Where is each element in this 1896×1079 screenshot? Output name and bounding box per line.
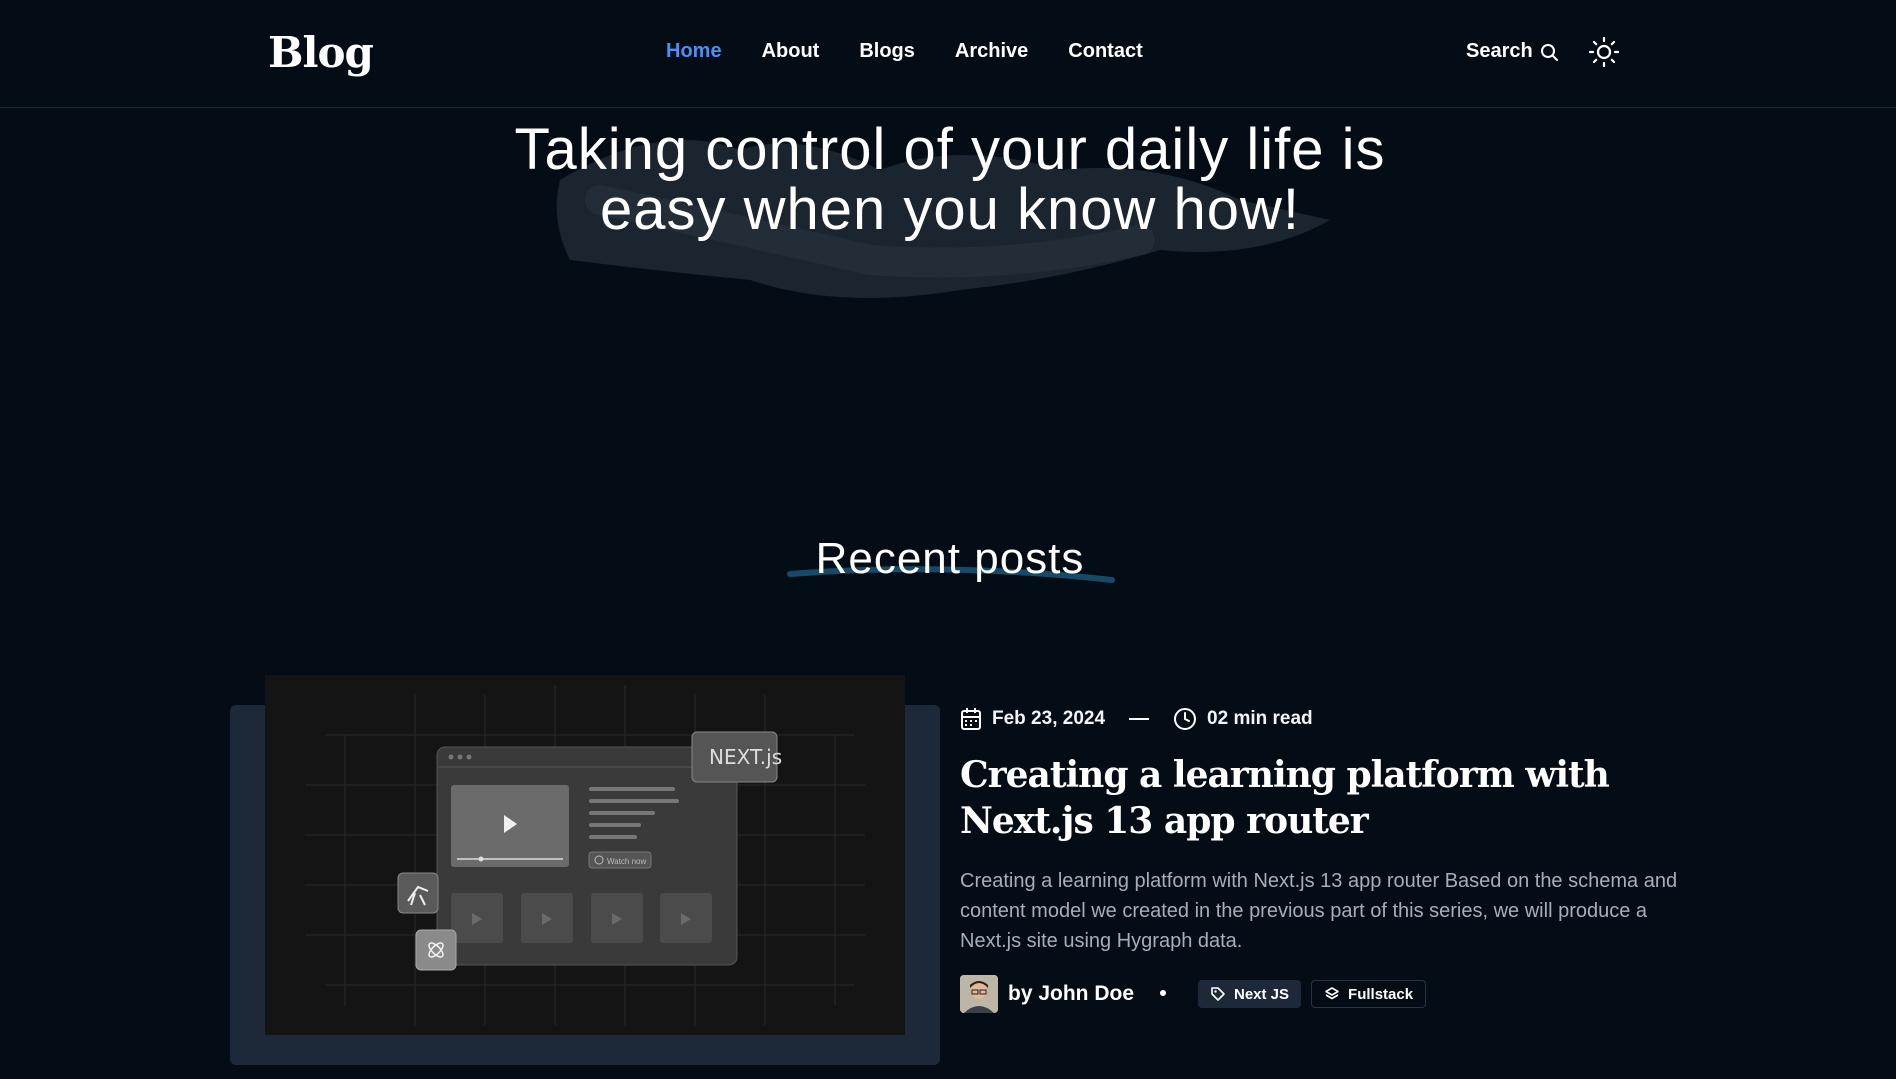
nav-archive[interactable]: Archive <box>955 40 1028 63</box>
hero-title: Taking control of your daily life is eas… <box>514 117 1386 242</box>
search-icon <box>1540 43 1558 61</box>
nav-contact[interactable]: Contact <box>1068 40 1142 63</box>
tag-icon <box>1211 987 1225 1001</box>
sun-icon <box>1588 36 1620 68</box>
tag-fullstack[interactable]: Fullstack <box>1311 980 1427 1008</box>
recent-posts-heading: Recent posts <box>780 530 1120 600</box>
tag-label: Next JS <box>1234 985 1290 1003</box>
author-tags-separator <box>1160 990 1166 996</box>
search-button[interactable]: Search <box>1466 40 1559 63</box>
main-nav: Home About Blogs Archive Contact <box>666 40 1143 63</box>
search-label: Search <box>1466 40 1533 62</box>
nav-blogs[interactable]: Blogs <box>859 40 915 63</box>
post-date: Feb 23, 2024 <box>992 708 1106 729</box>
tag-nextjs[interactable]: Next JS <box>1198 980 1302 1008</box>
author-avatar <box>960 975 998 1013</box>
nav-about[interactable]: About <box>762 40 820 63</box>
post-tags: Next JS Fullstack <box>1198 980 1427 1008</box>
meta-separator <box>1129 718 1150 720</box>
hero-section: Taking control of your daily life is eas… <box>500 110 1400 320</box>
tag-label: Fullstack <box>1348 985 1414 1003</box>
layers-icon <box>1325 987 1339 1000</box>
post-title[interactable]: Creating a learning platform with Next.j… <box>960 752 1660 844</box>
nextjs-badge-text: NEXT.js <box>709 745 782 769</box>
calendar-icon <box>961 708 981 730</box>
theme-toggle-button[interactable] <box>1588 36 1620 68</box>
clock-icon <box>1174 708 1197 730</box>
post-thumbnail[interactable]: Watch now NEXT.js <box>265 675 905 1035</box>
watch-now-label: Watch now <box>607 857 646 866</box>
nav-home[interactable]: Home <box>666 40 722 63</box>
author-name[interactable]: by John Doe <box>1008 982 1134 1006</box>
site-header: Blog Home About Blogs Archive Contact Se… <box>0 0 1896 108</box>
recent-posts-title: Recent posts <box>815 534 1085 583</box>
read-time: 02 min read <box>1207 708 1313 729</box>
post-excerpt: Creating a learning platform with Next.j… <box>960 870 1678 952</box>
thumbnail-illustration: Watch now NEXT.js <box>305 685 865 1025</box>
post-author: by John Doe <box>960 975 1134 1013</box>
post-meta: Feb 23, 2024 02 min read <box>960 707 1313 731</box>
site-logo[interactable]: Blog <box>268 28 374 77</box>
